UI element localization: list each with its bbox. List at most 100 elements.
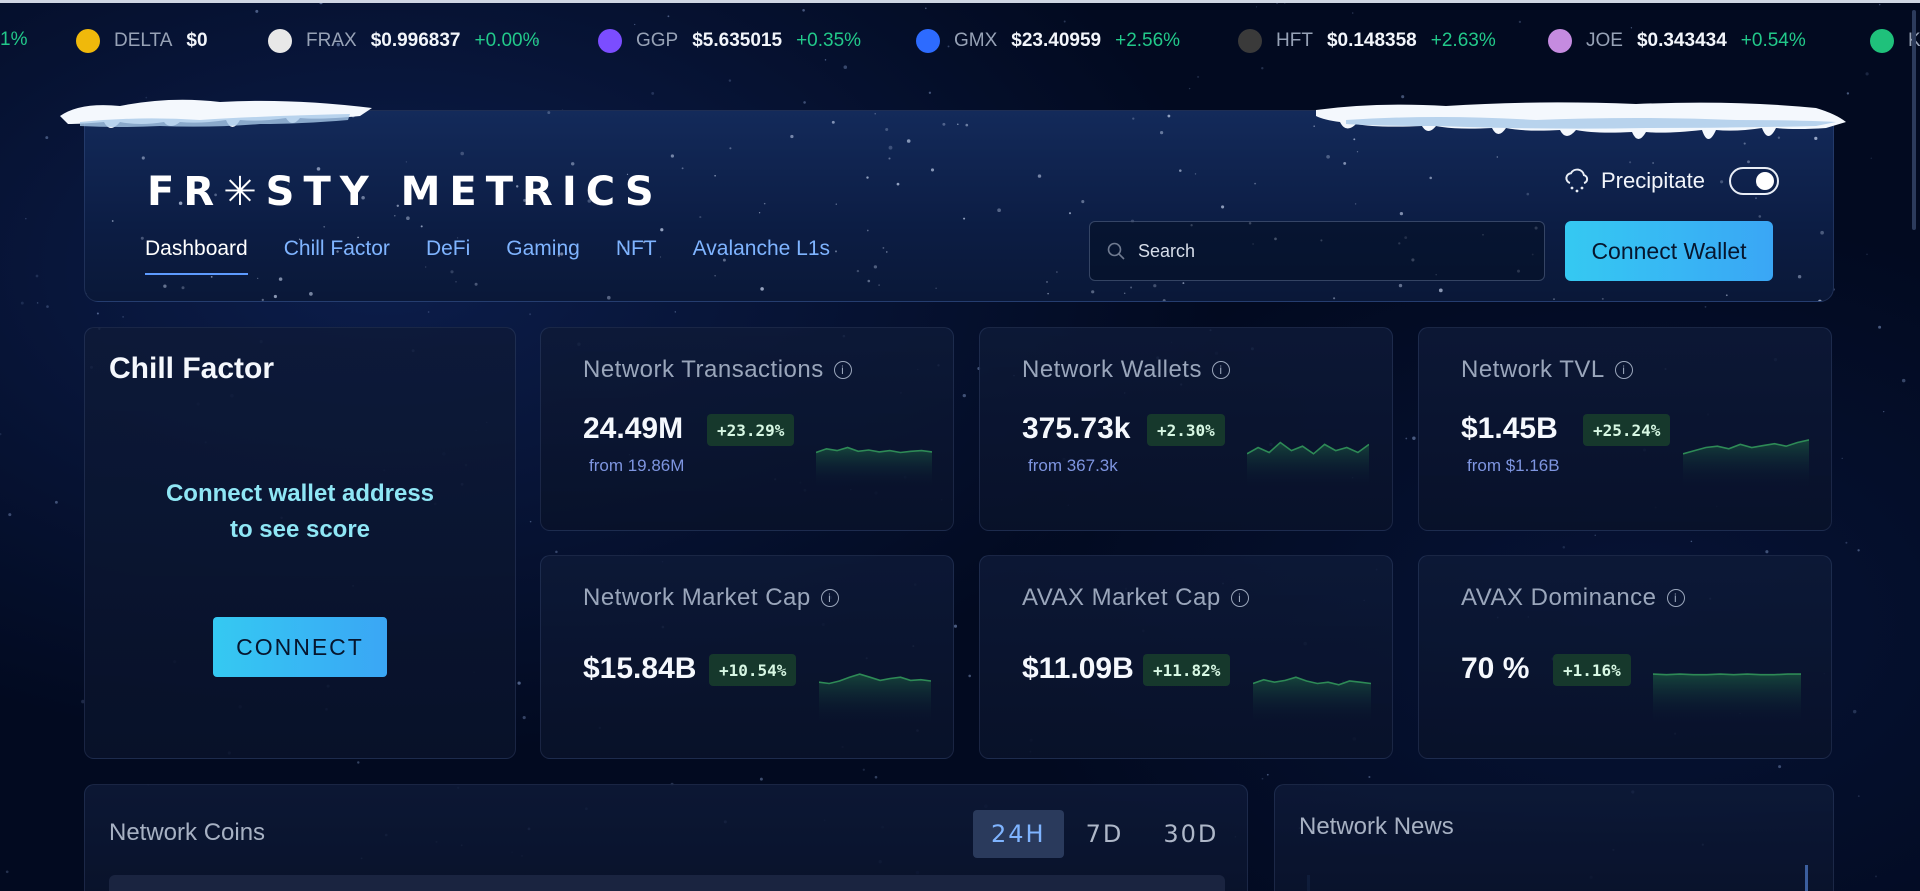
ticker-price: $0 xyxy=(186,30,208,51)
nav-gaming[interactable]: Gaming xyxy=(506,237,580,275)
price-ticker: 1% DELTA $0 FRAX $0.996837 +0.00% GGP $5.635015… xyxy=(0,0,1920,72)
ticker-price: $0.343434 xyxy=(1636,30,1727,51)
ticker-price: $0.148358 xyxy=(1326,30,1417,51)
sparkline-area xyxy=(1653,674,1801,722)
delta-icon xyxy=(76,29,100,53)
metric-from-value: from 367.3k xyxy=(1028,456,1118,475)
chill-factor-card: Chill Factor Connect wallet address to s… xyxy=(84,327,516,759)
ticker-change: 1% xyxy=(0,29,28,50)
ticker-item[interactable]: HFT $0.148358 +2.63% xyxy=(1238,29,1496,53)
sparkline-chart xyxy=(816,446,932,486)
sparkline-chart xyxy=(1253,676,1371,722)
connect-button[interactable]: CONNECT xyxy=(213,617,387,677)
ticker-item[interactable]: DELTA $0 xyxy=(76,29,222,53)
sparkline-area xyxy=(1683,439,1809,486)
nav-chill-factor[interactable]: Chill Factor xyxy=(284,237,390,275)
news-scroll-thumb[interactable] xyxy=(1805,865,1808,891)
ticker-price: $0.996837 xyxy=(370,30,461,51)
k-icon xyxy=(1870,29,1894,53)
sparkline-area xyxy=(816,447,932,486)
info-icon[interactable]: i xyxy=(833,361,852,379)
metric-title: Network TVL i xyxy=(1461,356,1633,384)
metric-value: $15.84B xyxy=(583,652,697,685)
network-news-title: Network News xyxy=(1299,813,1454,840)
ticker-change: +2.63% xyxy=(1430,30,1496,51)
connect-wallet-button[interactable]: Connect Wallet xyxy=(1565,221,1773,281)
time-range-selector: 24H 7D 30D xyxy=(973,810,1236,858)
metric-title-text: Network TVL xyxy=(1461,356,1605,383)
metric-title-text: Network Transactions xyxy=(583,356,824,383)
nav-nft[interactable]: NFT xyxy=(616,237,657,275)
change-badge: +11.82% xyxy=(1143,654,1231,686)
search-box xyxy=(1089,221,1545,281)
sparkline-chart xyxy=(1247,441,1369,486)
ticker-symbol: JOE xyxy=(1586,30,1623,51)
change-badge: +2.30% xyxy=(1147,414,1225,446)
change-badge: +1.16% xyxy=(1553,654,1631,686)
search-icon xyxy=(1107,242,1125,260)
metric-card-avax-dominance: AVAX Dominance i 70 % +1.16% xyxy=(1418,555,1832,759)
chill-factor-title: Chill Factor xyxy=(109,352,275,385)
network-coins-panel: Network Coins 24H 7D 30D xyxy=(84,784,1310,891)
snow-cap-left xyxy=(60,99,372,128)
ticker-symbol: GMX xyxy=(954,30,998,51)
nav-dashboard[interactable]: Dashboard xyxy=(145,237,248,275)
range-7d[interactable]: 7D xyxy=(1068,810,1142,858)
nav-avalanche-l1s[interactable]: Avalanche L1s xyxy=(693,237,830,275)
metric-value: 70 % xyxy=(1461,652,1530,685)
info-icon[interactable]: i xyxy=(1211,361,1230,379)
metric-title: Network Transactions i xyxy=(583,356,852,384)
ticker-item[interactable]: 1% xyxy=(0,29,27,51)
info-icon[interactable]: i xyxy=(1666,589,1685,607)
precipitate-toggle[interactable] xyxy=(1728,167,1779,195)
frosty-metrics-logo[interactable]: FR✳STY METRICS xyxy=(147,169,663,215)
range-24h[interactable]: 24H xyxy=(973,810,1064,858)
metric-title: Network Wallets i xyxy=(1022,356,1230,384)
metric-from-value: from 19.86M xyxy=(589,456,685,475)
joe-icon xyxy=(1548,29,1572,53)
change-badge: +25.24% xyxy=(1583,414,1671,446)
ticker-price: $23.40959 xyxy=(1011,30,1102,51)
ticker-symbol: GGP xyxy=(636,30,679,51)
ticker-change: +0.00% xyxy=(474,30,540,51)
ticker-item[interactable]: GGP $5.635015 +0.35% xyxy=(598,29,861,53)
network-news-panel: Network News xyxy=(1274,784,1834,891)
metric-title: AVAX Dominance i xyxy=(1461,584,1685,612)
metric-card-network-wallets: Network Wallets i 375.73k +2.30% from 367.3k xyxy=(979,327,1393,531)
hft-icon xyxy=(1238,29,1262,53)
nav-defi[interactable]: DeFi xyxy=(426,237,470,275)
scrollbar-thumb[interactable] xyxy=(1912,10,1916,230)
info-icon[interactable]: i xyxy=(820,589,839,607)
ticker-item[interactable]: JOE $0.343434 +0.54% xyxy=(1548,29,1806,53)
precipitate-label: Precipitate xyxy=(1601,168,1705,193)
metric-from-value: from $1.16B xyxy=(1467,456,1560,475)
info-icon[interactable]: i xyxy=(1614,361,1633,379)
ticker-price: $5.635015 xyxy=(692,30,783,51)
range-30d[interactable]: 30D xyxy=(1145,810,1236,858)
ticker-item[interactable]: FRAX $0.996837 +0.00% xyxy=(268,29,540,53)
snow-cap-right xyxy=(1316,102,1846,139)
toggle-knob xyxy=(1755,172,1774,190)
metric-title-text: Network Wallets xyxy=(1022,356,1202,383)
sparkline-chart xyxy=(1683,439,1809,486)
ticker-item[interactable]: GMX $23.40959 +2.56% xyxy=(916,29,1180,53)
cloud-snow-icon xyxy=(1565,168,1589,193)
info-icon[interactable]: i xyxy=(1230,589,1249,607)
frax-icon xyxy=(268,29,292,53)
sparkline-area xyxy=(1253,677,1371,722)
metric-value: 24.49M xyxy=(583,412,684,445)
ticker-symbol: HFT xyxy=(1276,30,1313,51)
ticker-symbol: FRAX xyxy=(306,30,357,51)
ggp-icon xyxy=(598,29,622,53)
metric-title: Network Market Cap i xyxy=(583,584,839,612)
change-badge: +23.29% xyxy=(707,414,795,446)
ticker-symbol: DELTA xyxy=(114,30,173,51)
metric-card-network-transactions: Network Transactions i 24.49M +23.29% from 1… xyxy=(540,327,954,531)
coins-table-header xyxy=(109,875,1225,891)
search-input[interactable] xyxy=(1138,240,1518,262)
connect-wallet-message: Connect wallet address to see score xyxy=(85,476,515,548)
page-scrollbar[interactable] xyxy=(1910,0,1920,891)
message-line-1: Connect wallet address xyxy=(165,480,435,507)
ticker-change: +2.56% xyxy=(1115,30,1181,51)
precipitate-control: Precipitate xyxy=(1563,167,1779,195)
